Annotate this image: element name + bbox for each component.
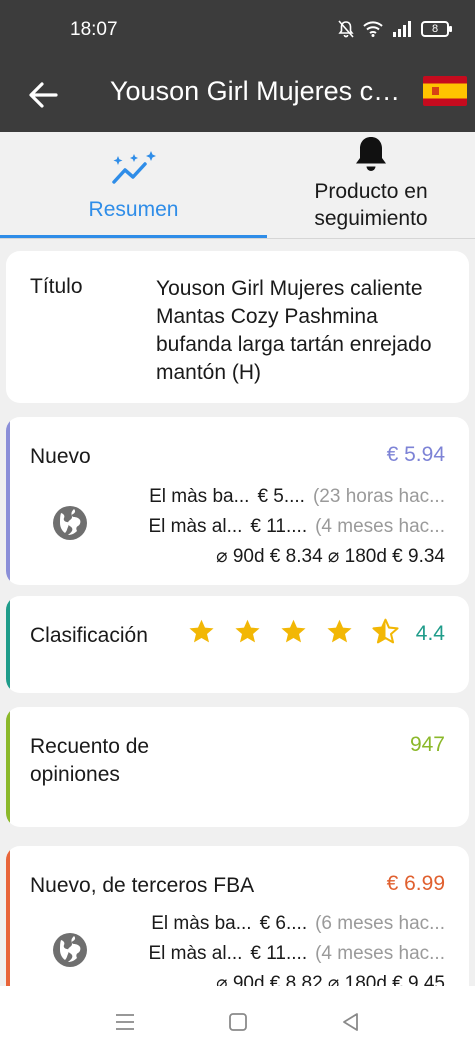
tab-summary[interactable]: Resumen: [0, 132, 267, 239]
system-nav-bar: [0, 986, 475, 1056]
star-full-icon: [327, 619, 352, 643]
rating-value: 4.4: [415, 622, 445, 645]
status-bar: 18:07 8: [0, 0, 475, 62]
lowest-label: El màs ba...: [151, 913, 252, 934]
back-button[interactable]: [24, 76, 62, 114]
fba-price-label: Nuevo, de terceros FBA: [30, 874, 255, 897]
back-nav-icon[interactable]: [340, 1012, 362, 1032]
lowest-price-row: El màs ba... € 5.... (23 horas hac...: [149, 486, 445, 508]
rating-label: Clasificación: [30, 624, 148, 647]
reviews-card[interactable]: Recuento de opiniones 947: [6, 707, 469, 827]
globe-icon: [53, 933, 87, 967]
new-price-value: € 5.94: [386, 443, 445, 466]
product-title: Youson Girl Mujeres caliente Mantas Cozy…: [156, 277, 432, 384]
highest-label: El màs al...: [148, 516, 243, 537]
tab-bar: Resumen Producto en seguimiento: [0, 132, 475, 239]
highest-when: (4 meses hac...: [315, 516, 445, 537]
new-price-label: Nuevo: [30, 445, 91, 468]
highest-when: (4 meses hac...: [315, 943, 445, 964]
tab-tracking[interactable]: Producto en seguimiento: [267, 132, 475, 239]
trending-sparkle-icon: [111, 151, 156, 184]
star-half-icon: [372, 618, 399, 644]
tab-summary-label: Resumen: [88, 198, 179, 221]
star-full-icon: [189, 619, 214, 643]
rating-stars: [188, 618, 399, 645]
card-accent: [6, 707, 10, 827]
arrow-left-icon: [29, 82, 58, 108]
reviews-label: Recuento de opiniones: [30, 735, 150, 786]
card-accent: [6, 596, 10, 693]
lowest-label: El màs ba...: [149, 486, 250, 507]
highest-price-row: El màs al... € 11.... (4 meses hac...: [148, 516, 445, 538]
status-icons: 8: [338, 20, 452, 38]
signal-icon: [393, 21, 411, 37]
summary-content[interactable]: Título Youson Girl Mujeres caliente Mant…: [0, 239, 475, 986]
star-full-icon: [235, 619, 260, 643]
title-card: Título Youson Girl Mujeres caliente Mant…: [6, 251, 469, 403]
rating-card[interactable]: Clasificación 4.4: [6, 596, 469, 693]
spain-flag-icon[interactable]: [423, 76, 467, 106]
reviews-value: 947: [409, 733, 445, 756]
highest-label: El màs al...: [148, 943, 243, 964]
lowest-when: (23 horas hac...: [312, 486, 445, 507]
lowest-price: € 5....: [257, 486, 305, 507]
page-title: Youson Girl Mujeres ca...: [110, 76, 410, 106]
title-label: Título: [30, 275, 83, 298]
lowest-when: (6 meses hac...: [315, 913, 445, 934]
new-price-card[interactable]: Nuevo € 5.94 El màs ba... € 5.... (23 ho…: [6, 417, 469, 585]
bell-icon: [356, 137, 386, 171]
tab-tracking-label: Producto en seguimiento: [314, 180, 428, 230]
menu-icon[interactable]: [114, 1012, 136, 1032]
globe-icon: [53, 506, 87, 540]
app-bar: Youson Girl Mujeres ca...: [0, 62, 475, 132]
home-icon[interactable]: [227, 1012, 249, 1032]
highest-price-row: El màs al... € 11.... (4 meses hac...: [148, 943, 445, 965]
battery-icon: 8: [421, 21, 452, 37]
highest-price: € 11....: [250, 516, 308, 537]
lowest-price: € 6....: [259, 913, 308, 934]
card-accent: [6, 417, 10, 585]
card-accent: [6, 846, 10, 986]
fba-price-value: € 6.99: [386, 872, 445, 895]
average-prices: ⌀ 90d € 8.34 ⌀ 180d € 9.34: [216, 546, 445, 567]
highest-price: € 11....: [250, 943, 308, 964]
lowest-price-row: El màs ba... € 6.... (6 meses hac...: [151, 913, 445, 935]
fba-price-card[interactable]: Nuevo, de terceros FBA € 6.99 El màs ba.…: [6, 846, 469, 986]
star-full-icon: [281, 619, 306, 643]
average-prices: ⌀ 90d € 8.82 ⌀ 180d € 9.45: [216, 973, 445, 986]
mute-icon: [338, 20, 354, 38]
status-time: 18:07: [70, 19, 118, 40]
wifi-icon: [363, 21, 383, 37]
